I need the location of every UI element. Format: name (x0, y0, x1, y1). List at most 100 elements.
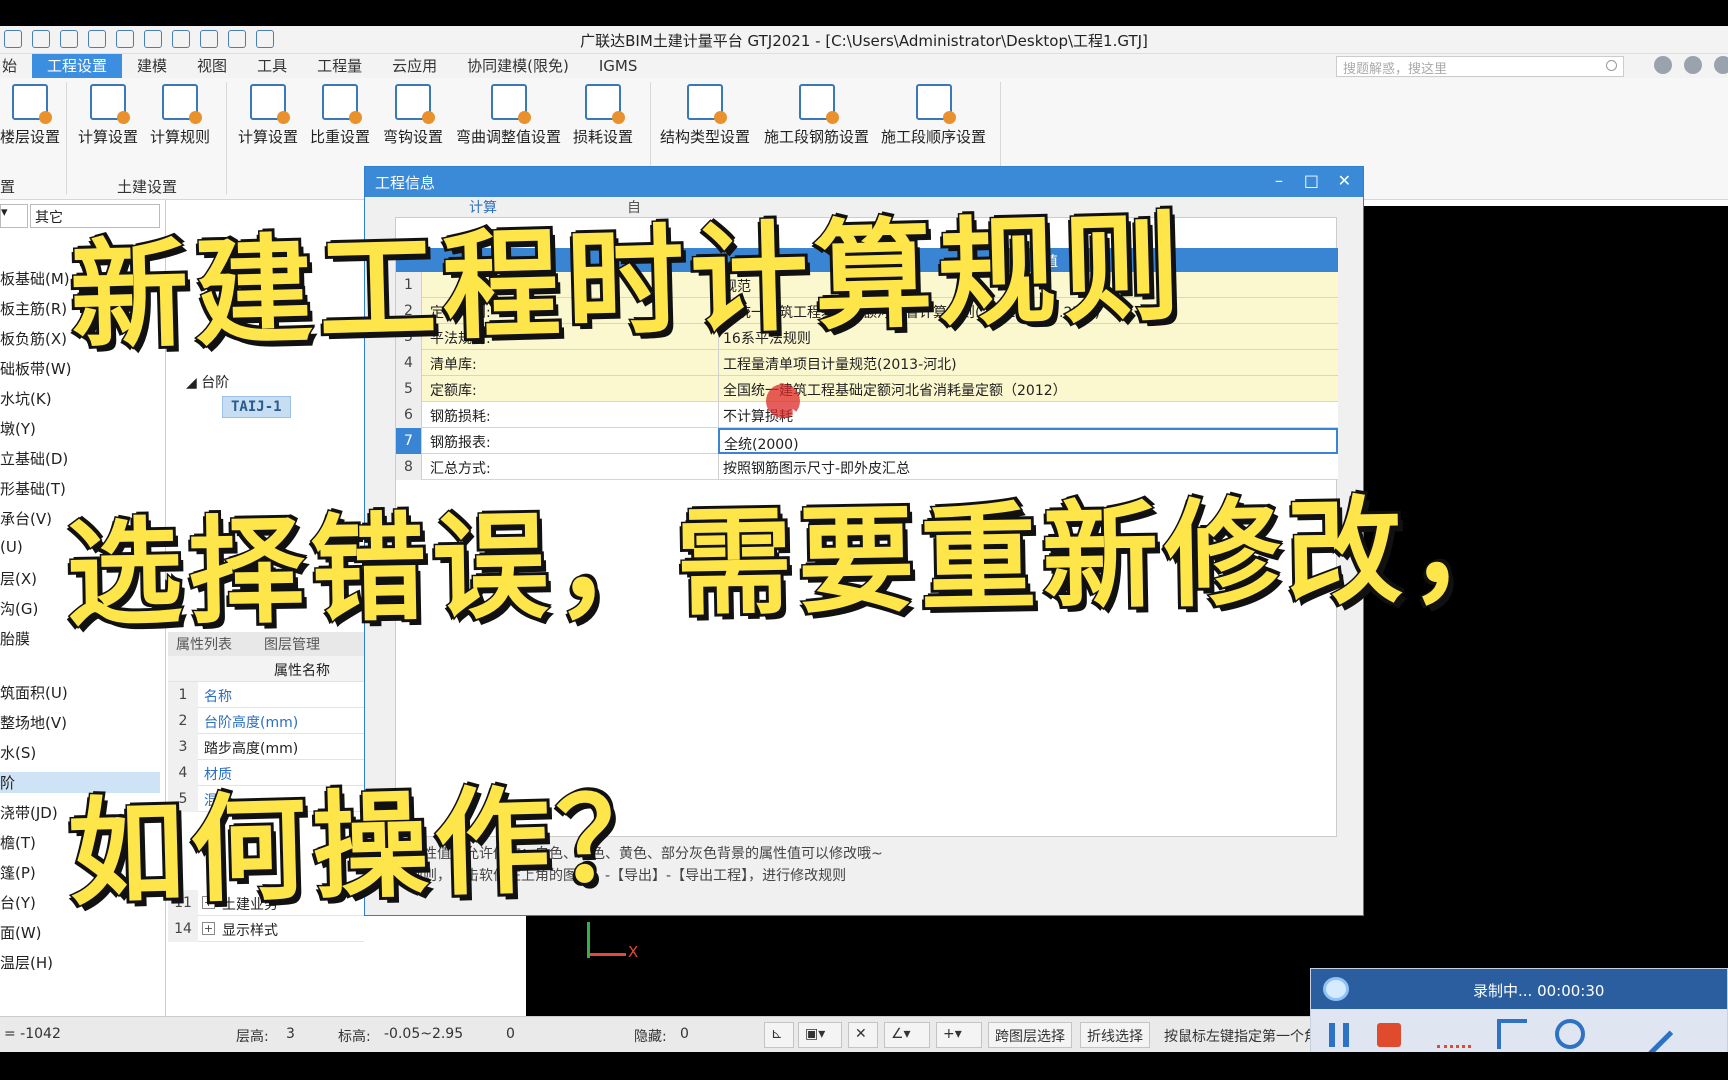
calc-settings-label: 计算设置 (78, 128, 139, 146)
loss-settings-button[interactable]: 损耗设置 (573, 84, 633, 147)
dynamic-input-icon[interactable]: +▾ (936, 1022, 982, 1048)
menu-item[interactable]: 建模 (122, 54, 182, 78)
menu-item[interactable]: 工具 (242, 54, 302, 78)
component-list-item[interactable]: 础板带(W) (0, 358, 72, 379)
cross-icon[interactable]: ✕ (848, 1022, 878, 1048)
ribbon-group-label: 土建设置 (117, 178, 178, 196)
component-list-item[interactable]: 水(S) (0, 742, 36, 763)
component-list-item[interactable]: 面(W) (0, 922, 42, 943)
component-list-item[interactable]: (U) (0, 538, 23, 556)
component-list-item[interactable]: 胎膜 (0, 628, 30, 649)
floor-height-label: 层高: (236, 1029, 269, 1045)
density-label: 比重设置 (310, 128, 371, 146)
segment-order-button[interactable]: 施工段顺序设置 (881, 84, 986, 147)
component-list-item[interactable]: 浇带(JD) (0, 802, 58, 823)
component-list-item[interactable]: 形基础(T) (0, 478, 66, 499)
tree-child-node[interactable]: TAIJ-1 (222, 396, 291, 418)
menu-item[interactable]: 视图 (182, 54, 242, 78)
caption-line-2: 选择错误，需要重新修改， (64, 481, 1533, 645)
component-list-item[interactable]: 水坑(K) (0, 388, 52, 409)
webcam-add-icon[interactable] (1555, 1019, 1585, 1049)
grid-property-name: 定额库: (430, 383, 477, 399)
property-name: 台阶高度(mm) (204, 715, 299, 731)
density-icon (322, 84, 362, 124)
grid-property-value[interactable]: 全统(2000) (718, 428, 1338, 454)
snap-icon[interactable]: ▣▾ (798, 1022, 842, 1048)
component-list-item[interactable]: 层(X) (0, 568, 37, 589)
caption-line-1: 新建工程时计算规则 (67, 197, 1189, 367)
component-list-item[interactable]: 墩(Y) (0, 418, 36, 439)
pen-icon[interactable] (1630, 1012, 1674, 1052)
search-input[interactable]: 搜题解惑，搜这里 (1336, 56, 1624, 77)
bend-adjust-button[interactable]: 弯曲调整值设置 (456, 84, 561, 147)
segment-order-label: 施工段顺序设置 (881, 128, 987, 146)
ortho-icon[interactable]: ⊾ (764, 1022, 794, 1048)
component-list-item[interactable]: 板负筋(X) (0, 328, 67, 349)
title-bar: 广联达BIM土建计量平台 GTJ2021 - [C:\Users\Adminis… (0, 26, 1728, 54)
component-list-item[interactable]: 立基础(D) (0, 448, 68, 469)
density-settings-button[interactable]: 比重设置 (310, 84, 370, 147)
property-row-number: 2 (168, 708, 198, 734)
menu-item[interactable]: 协同建模(限免) (452, 54, 584, 78)
rebar-calc-settings-button[interactable]: 计算设置 (238, 84, 298, 147)
property-row[interactable]: 2 台阶高度(mm) (168, 708, 364, 734)
structure-type-button[interactable]: 结构类型设置 (660, 84, 750, 147)
floor-height-value: 3 (286, 1026, 295, 1042)
info-grid-row[interactable]: 6 钢筋损耗: 不计算损耗 (396, 402, 1338, 428)
message-icon[interactable] (1684, 56, 1702, 74)
stop-icon[interactable] (1377, 1023, 1401, 1047)
info-grid-row[interactable]: 5 定额库: 全国统一建筑工程基础定额河北省消耗量定额（2012） (396, 376, 1338, 402)
menu-item[interactable]: 始 (0, 54, 32, 78)
menu-item[interactable]: 工程量 (302, 54, 377, 78)
maximize-icon[interactable]: □ (1304, 171, 1319, 190)
angle-icon[interactable]: ∠▾ (884, 1022, 930, 1048)
close-icon[interactable]: ✕ (1338, 171, 1351, 190)
menu-item[interactable]: IGMS (584, 54, 653, 78)
floor-combo[interactable]: ▾ (0, 204, 28, 228)
component-list-item[interactable]: 檐(T) (0, 832, 36, 853)
component-list-item[interactable]: 板主筋(R) (0, 298, 67, 319)
segment-rebar-button[interactable]: 施工段钢筋设置 (764, 84, 869, 147)
component-list-item[interactable]: 温层(H) (0, 952, 53, 973)
component-list-item[interactable]: 筑面积(U) (0, 682, 68, 703)
component-list-item[interactable]: 篷(P) (0, 862, 36, 883)
component-list-item[interactable]: 台(Y) (0, 892, 36, 913)
segment-rebar-label: 施工段钢筋设置 (764, 128, 870, 146)
grid-property-value[interactable]: 不计算损耗 (718, 402, 1338, 428)
calc-rules-button[interactable]: 计算规则 (150, 84, 210, 147)
user-icon[interactable] (1654, 56, 1672, 74)
structure-type-label: 结构类型设置 (660, 128, 751, 146)
property-header: 属性名称 (168, 656, 364, 682)
component-list-item[interactable]: 整场地(V) (0, 712, 67, 733)
floor-settings-icon (12, 84, 52, 124)
cross-layer-select-button[interactable]: 跨图层选择 (988, 1022, 1072, 1048)
grid-property-value[interactable]: 全国统一建筑工程基础定额河北省消耗量定额（2012） (718, 376, 1338, 402)
minimize-icon[interactable]: – (1275, 171, 1283, 190)
component-list-item[interactable]: 板基础(M) (0, 268, 70, 289)
pause-icon[interactable] (1329, 1023, 1349, 1047)
line-tool-icon[interactable] (1437, 1045, 1471, 1048)
hook-settings-button[interactable]: 弯钩设置 (383, 84, 443, 147)
component-list-item[interactable]: 沟(G) (0, 598, 38, 619)
caption-line-3: 如何操作？ (65, 770, 681, 924)
menu-item[interactable]: 工程设置 (32, 54, 123, 78)
tree-expand-icon[interactable]: ◢ (186, 375, 201, 391)
info-grid-row[interactable]: 7 钢筋报表: 全统(2000) (396, 428, 1338, 454)
structure-type-icon (687, 84, 727, 124)
calc-settings-button[interactable]: 计算设置 (78, 84, 138, 147)
search-icon[interactable] (1606, 60, 1617, 71)
component-list-item[interactable]: 承台(V) (0, 508, 52, 529)
grid-property-value[interactable]: 工程量清单项目计量规范(2013-河北) (718, 350, 1338, 376)
menu-item[interactable]: 云应用 (377, 54, 452, 78)
tree-parent-label: 台阶 (201, 375, 230, 391)
property-name: 名称 (204, 689, 232, 705)
grid-row-number: 5 (396, 376, 422, 402)
floor-settings-button[interactable]: 楼层设置 (0, 84, 60, 147)
window-title: 广联达BIM土建计量平台 GTJ2021 - [C:\Users\Adminis… (580, 32, 1148, 50)
tree-parent-node[interactable]: ◢ 台阶 (186, 372, 229, 392)
property-row[interactable]: 1 名称 (168, 682, 364, 708)
help-icon[interactable] (1714, 56, 1728, 74)
polyline-select-button[interactable]: 折线选择 (1080, 1022, 1150, 1048)
screen-recorder-widget: 录制中... 00:00:30 (1310, 968, 1728, 1052)
pointer-tool-icon[interactable] (1497, 1019, 1527, 1049)
